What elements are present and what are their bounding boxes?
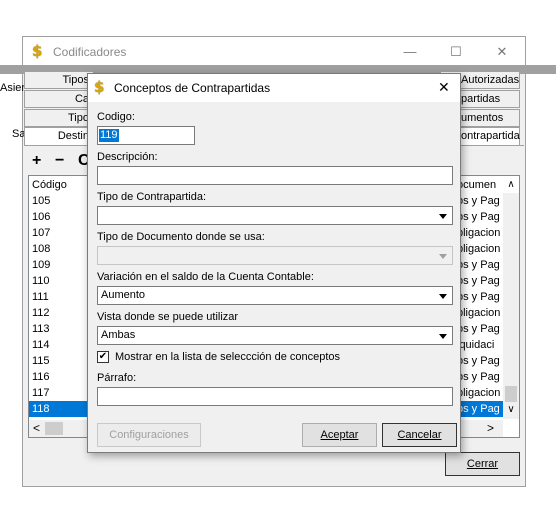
tab-tipo[interactable]: Tipo (24, 109, 94, 127)
table-row[interactable]: 116 (29, 369, 87, 385)
chevron-down-icon[interactable] (435, 207, 452, 224)
table-row[interactable]: 113 (29, 321, 87, 337)
parrafo-label: Párrafo: (97, 372, 137, 384)
table-cell-documento[interactable]: os y Pag (457, 273, 503, 289)
table-row[interactable]: 109 (29, 257, 87, 273)
table-cell-documento[interactable]: os y Pag (457, 321, 503, 337)
table-row[interactable]: 110 (29, 273, 87, 289)
mostrar-checkbox-label[interactable]: Mostrar en la lista de seleccción de con… (115, 351, 340, 363)
outer-title-bar: $ Codificadores — ☐ ✕ (23, 37, 525, 67)
table-cell-documento[interactable]: bligacion (457, 225, 503, 241)
chevron-down-icon[interactable] (435, 247, 452, 264)
tipo-contrapartida-select[interactable] (97, 206, 453, 225)
table-cell-documento[interactable]: bligacion (457, 305, 503, 321)
scroll-up-icon[interactable]: ∧ (503, 177, 519, 193)
vista-value: Ambas (101, 329, 136, 341)
parrafo-input[interactable] (97, 387, 453, 406)
table-cell-documento[interactable]: os y Pag (457, 209, 503, 225)
mostrar-checkbox[interactable]: ✔ (97, 351, 109, 363)
table-cell-documento[interactable]: os y Pag (457, 353, 503, 369)
outer-close-button[interactable]: ✕ (479, 37, 525, 67)
tipo-documento-select[interactable] (97, 246, 453, 265)
configuraciones-button[interactable]: Configuraciones (97, 423, 201, 447)
table-row[interactable]: 112 (29, 305, 87, 321)
chevron-down-icon[interactable] (435, 327, 452, 344)
table-row[interactable]: 107 (29, 225, 87, 241)
table-row[interactable]: 117 (29, 385, 87, 401)
list-header-documento[interactable]: ocumen (457, 177, 503, 193)
descripcion-input[interactable] (97, 166, 453, 185)
aceptar-button[interactable]: Aceptar (302, 423, 377, 447)
table-cell-documento[interactable]: os y Pag (457, 289, 503, 305)
table-row[interactable]: 114 (29, 337, 87, 353)
table-row[interactable]: 105 (29, 193, 87, 209)
scroll-left-icon[interactable]: < (33, 421, 40, 435)
tab-destino[interactable]: Destin (24, 127, 94, 145)
tab-ca[interactable]: Ca (24, 90, 94, 108)
codigo-label: Codigo: (97, 111, 135, 123)
table-cell-documento[interactable]: os y Pag (457, 369, 503, 385)
table-cell-documento[interactable]: os y Pag (457, 401, 503, 417)
table-cell-documento[interactable]: os y Pag (457, 257, 503, 273)
dialog-title: Conceptos de Contrapartidas (114, 81, 271, 95)
table-cell-documento[interactable]: os y Pag (457, 193, 503, 209)
table-cell-documento[interactable]: bligacion (457, 385, 503, 401)
codigo-value: 119 (99, 129, 119, 142)
table-row[interactable]: 106 (29, 209, 87, 225)
dialog-title-bar: $ Conceptos de Contrapartidas ✕ (88, 74, 460, 102)
vertical-scroll-thumb[interactable] (505, 386, 517, 402)
vista-label: Vista donde se puede utilizar (97, 311, 239, 323)
cerrar-button[interactable]: Cerrar (445, 452, 520, 476)
tab-tipos[interactable]: Tipos (24, 71, 94, 89)
variacion-label: Variación en el saldo de la Cuenta Conta… (97, 271, 314, 283)
table-cell-documento[interactable]: bligacion (457, 241, 503, 257)
table-row[interactable]: 115 (29, 353, 87, 369)
maximize-button[interactable]: ☐ (433, 37, 479, 67)
asiento-fragment: Asier (0, 82, 26, 94)
dialog-dollar-icon: $ (94, 78, 105, 96)
minimize-button[interactable]: — (387, 37, 433, 67)
descripcion-label: Descripción: (97, 151, 158, 163)
vista-select[interactable]: Ambas (97, 326, 453, 345)
tipo-documento-label: Tipo de Documento donde se usa: (97, 231, 265, 243)
chevron-down-icon[interactable] (435, 287, 452, 304)
add-button[interactable]: + (32, 152, 41, 170)
scroll-down-icon[interactable]: ∨ (503, 402, 519, 418)
table-row[interactable]: 111 (29, 289, 87, 305)
codigo-input[interactable]: 119 (97, 126, 195, 145)
table-row[interactable]: 108 (29, 241, 87, 257)
cancelar-button[interactable]: Cancelar (382, 423, 457, 447)
variacion-value: Aumento (101, 289, 146, 301)
list-header-codigo[interactable]: Código (32, 177, 67, 193)
remove-button[interactable]: − (55, 152, 64, 170)
table-row[interactable]: 118 (29, 401, 87, 417)
dialog-close-button[interactable]: ✕ (438, 79, 450, 96)
outer-window-title: Codificadores (53, 45, 127, 59)
horizontal-scroll-thumb[interactable] (45, 422, 63, 435)
app-dollar-icon: $ (32, 42, 43, 60)
conceptos-dialog: $ Conceptos de Contrapartidas ✕ Codigo: … (87, 73, 461, 453)
tipo-contrapartida-label: Tipo de Contrapartida: (97, 191, 207, 203)
scroll-right-icon[interactable]: > (487, 421, 494, 435)
table-cell-documento[interactable]: iquidaci (457, 337, 503, 353)
variacion-select[interactable]: Aumento (97, 286, 453, 305)
